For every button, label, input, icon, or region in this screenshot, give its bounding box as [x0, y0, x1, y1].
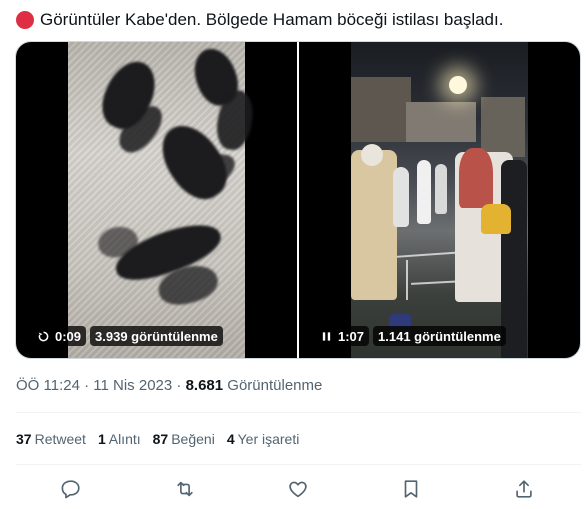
media-grid: 0:09 3.939 görüntülenme 1:07 1.141 görün… [15, 41, 581, 359]
share-button[interactable] [511, 476, 537, 502]
tweet-meta: ÖÖ 11:24 · 11 Nis 2023 · 8.681 Görüntüle… [16, 377, 322, 394]
like-button[interactable] [285, 476, 311, 502]
video-views-1: 3.939 görüntülenme [90, 326, 223, 346]
video-controls-1: 0:09 3.939 görüntülenme [32, 326, 223, 346]
stat-label: Yer işareti [237, 431, 300, 447]
share-icon [516, 480, 532, 498]
bookmark-button[interactable] [398, 476, 424, 502]
stat-count: 87 [152, 431, 169, 447]
stat-retweets[interactable]: 37 Retweet [16, 431, 86, 447]
video-time-2: 1:07 [338, 328, 365, 344]
pause-icon[interactable] [320, 330, 332, 342]
red-circle-icon [16, 11, 34, 29]
stat-count: 37 [16, 431, 32, 447]
tweet-views-label: Görüntülenme [223, 377, 323, 394]
stat-label: Beğeni [171, 431, 215, 447]
tweet-text: Görüntüler Kabe'den. Bölgede Hamam böceğ… [16, 10, 503, 30]
video-controls-2: 1:07 1.141 görüntülenme [315, 326, 506, 346]
video-time-1: 0:09 [55, 328, 82, 344]
retweet-button[interactable] [172, 476, 198, 502]
tweet-actions [0, 476, 587, 502]
video-time-pill-1[interactable]: 0:09 [32, 326, 87, 346]
video-views-2: 1.141 görüntülenme [373, 326, 506, 346]
replay-icon[interactable] [37, 330, 49, 342]
reply-button[interactable] [58, 476, 84, 502]
stat-count: 1 [97, 431, 106, 447]
stat-label: Alıntı [108, 431, 141, 447]
tweet-date[interactable]: 11 Nis 2023 [93, 377, 172, 394]
stat-likes[interactable]: 87 Beğeni [153, 431, 215, 447]
stat-quotes[interactable]: 1 Alıntı [98, 431, 141, 447]
meta-separator: · [172, 377, 186, 394]
tweet-views-count: 8.681 [185, 377, 224, 394]
video-time-pill-2[interactable]: 1:07 [315, 326, 370, 346]
retweet-icon [177, 481, 193, 497]
video-thumbnail-1 [68, 42, 257, 358]
stat-bookmarks[interactable]: 4 Yer işareti [227, 431, 300, 447]
video-player-1[interactable]: 0:09 3.939 görüntülenme [16, 42, 297, 358]
video-thumbnail-2 [351, 42, 528, 358]
tweet-body: Görüntüler Kabe'den. Bölgede Hamam böceğ… [40, 10, 504, 29]
stat-label: Retweet [34, 431, 86, 447]
bookmark-icon [404, 480, 418, 498]
divider [16, 412, 581, 413]
tweet-stats: 37 Retweet 1 Alıntı 87 Beğeni 4 Yer işareti [16, 431, 299, 447]
like-icon [289, 481, 307, 498]
video-player-2[interactable]: 1:07 1.141 görüntülenme [299, 42, 580, 358]
meta-separator: · [79, 377, 94, 394]
reply-icon [61, 480, 80, 499]
divider [16, 464, 581, 465]
tweet-time[interactable]: ÖÖ 11:24 [16, 377, 80, 394]
stat-count: 4 [226, 431, 235, 447]
